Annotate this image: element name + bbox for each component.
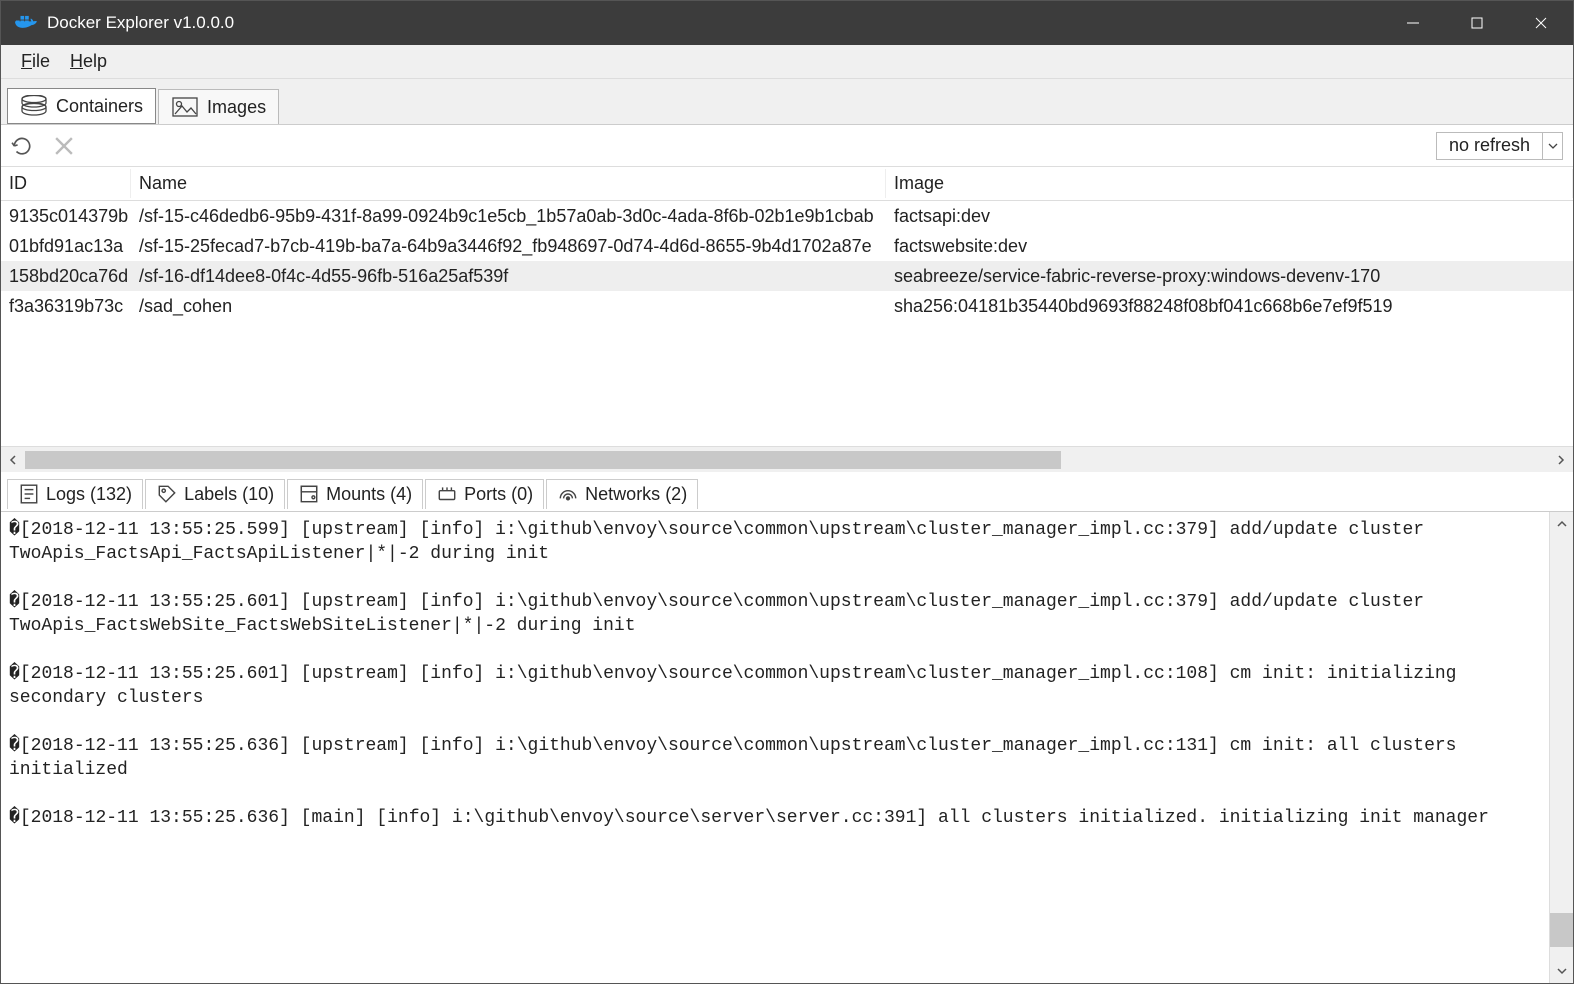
scroll-down-arrow[interactable] [1550,959,1573,983]
window-minimize-button[interactable] [1381,1,1445,45]
scrollbar-thumb[interactable] [25,451,1061,469]
tab-ports[interactable]: Ports (0) [425,479,544,509]
table-row[interactable]: 9135c014379b/sf-15-c46dedb6-95b9-431f-8a… [1,201,1573,231]
chevron-down-icon [1542,133,1562,159]
scroll-up-arrow[interactable] [1550,512,1573,536]
menu-bar: File Help [1,45,1573,79]
cell-image: factswebsite:dev [886,234,1573,259]
tab-mounts-label: Mounts (4) [326,484,412,505]
refresh-interval-value: no refresh [1437,135,1542,156]
window-title: Docker Explorer v1.0.0.0 [47,13,1381,33]
docker-whale-icon [15,14,37,32]
scrollbar-track[interactable] [25,451,1549,469]
cell-name: /sf-15-25fecad7-b7cb-419b-ba7a-64b9a3446… [131,234,886,259]
menu-help[interactable]: Help [60,47,117,76]
table-row[interactable]: 01bfd91ac13a/sf-15-25fecad7-b7cb-419b-ba… [1,231,1573,261]
cell-image: factsapi:dev [886,204,1573,229]
networks-icon [557,484,579,504]
tab-containers[interactable]: Containers [7,88,156,124]
ports-icon [436,484,458,504]
cell-id: 01bfd91ac13a [1,234,131,259]
horizontal-scrollbar[interactable] [1,446,1573,472]
cell-name: /sf-16-df14dee8-0f4c-4d55-96fb-516a25af5… [131,264,886,289]
tab-networks[interactable]: Networks (2) [546,479,698,509]
tab-networks-label: Networks (2) [585,484,687,505]
tab-logs[interactable]: Logs (132) [7,479,143,509]
tab-images-label: Images [207,97,266,118]
vertical-scrollbar[interactable] [1549,512,1573,983]
table-row[interactable]: 158bd20ca76d/sf-16-df14dee8-0f4c-4d55-96… [1,261,1573,291]
column-image[interactable]: Image [886,169,1573,198]
window-titlebar: Docker Explorer v1.0.0.0 [1,1,1573,45]
tab-images[interactable]: Images [158,89,279,124]
menu-file[interactable]: File [11,47,60,76]
images-icon [171,96,199,118]
refresh-button[interactable] [11,135,33,157]
cell-image: seabreeze/service-fabric-reverse-proxy:w… [886,264,1573,289]
cell-id: 158bd20ca76d [1,264,131,289]
tab-labels[interactable]: Labels (10) [145,479,285,509]
scroll-right-arrow[interactable] [1549,447,1573,472]
labels-icon [156,484,178,504]
tab-logs-label: Logs (132) [46,484,132,505]
containers-icon [20,95,48,117]
vscrollbar-thumb[interactable] [1550,913,1573,947]
cell-image: sha256:04181b35440bd9693f88248f08bf041c6… [886,294,1573,319]
table-row[interactable]: f3a36319b73c/sad_cohensha256:04181b35440… [1,291,1573,321]
log-output[interactable]: �[2018-12-11 13:55:25.599] [upstream] [i… [1,512,1549,983]
logs-icon [18,484,40,504]
window-close-button[interactable] [1509,1,1573,45]
mounts-icon [298,484,320,504]
column-name[interactable]: Name [131,169,886,198]
table-header: ID Name Image [1,167,1573,201]
scroll-left-arrow[interactable] [1,447,25,472]
window-maximize-button[interactable] [1445,1,1509,45]
vscrollbar-track[interactable] [1550,536,1573,959]
tab-labels-label: Labels (10) [184,484,274,505]
column-id[interactable]: ID [1,169,131,198]
table-empty-space [1,321,1573,446]
cell-name: /sad_cohen [131,294,886,319]
section-tabs: Containers Images [1,79,1573,125]
containers-table: ID Name Image 9135c014379b/sf-15-c46dedb… [1,167,1573,446]
tab-mounts[interactable]: Mounts (4) [287,479,423,509]
cell-id: 9135c014379b [1,204,131,229]
tab-containers-label: Containers [56,96,143,117]
cell-id: f3a36319b73c [1,294,131,319]
refresh-interval-select[interactable]: no refresh [1436,132,1563,160]
tab-ports-label: Ports (0) [464,484,533,505]
cell-name: /sf-15-c46dedb6-95b9-431f-8a99-0924b9c1e… [131,204,886,229]
clear-button[interactable] [53,135,75,157]
log-pane: �[2018-12-11 13:55:25.599] [upstream] [i… [1,512,1573,983]
toolbar: no refresh [1,125,1573,167]
detail-tabs: Logs (132) Labels (10) Mounts (4) Ports … [1,472,1573,512]
